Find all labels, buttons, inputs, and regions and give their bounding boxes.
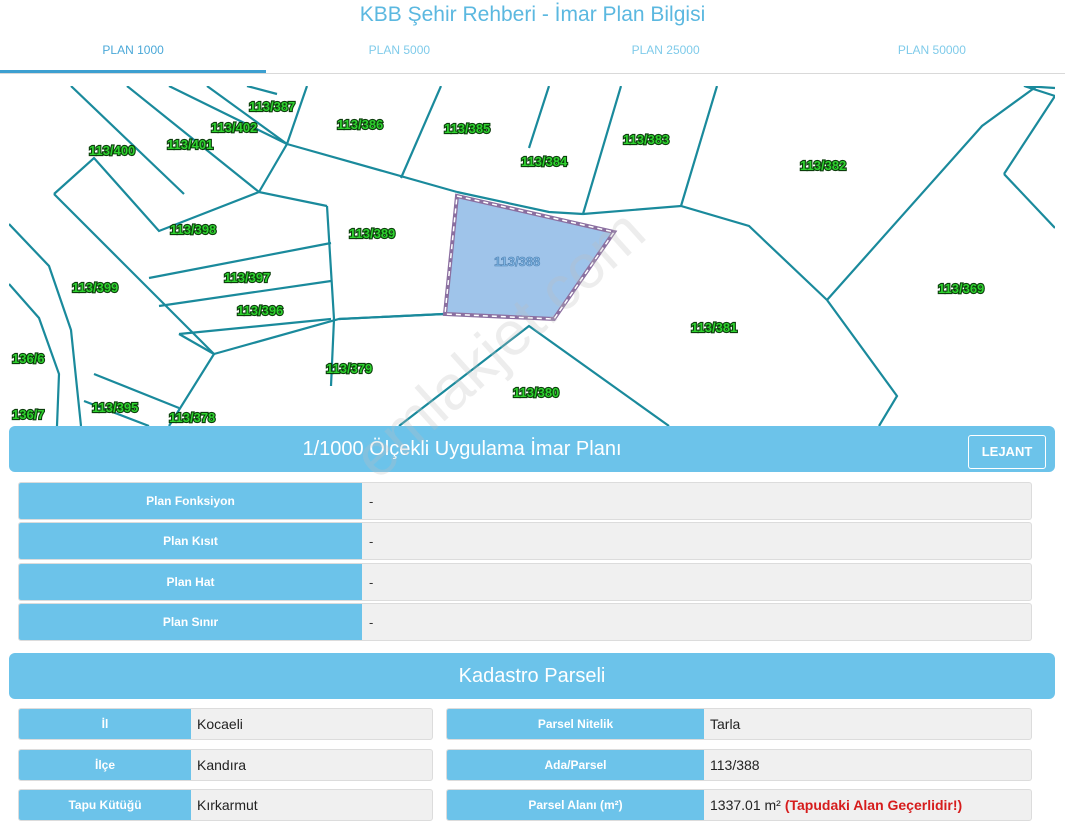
- parsel-area-value: 1337.01 m²: [710, 797, 781, 813]
- kadastro-row-value: Tarla: [710, 716, 741, 732]
- parcel-labels: 113/387 113/402 113/386 113/385 113/400 …: [11, 98, 985, 426]
- parcel-label: 113/386: [337, 117, 383, 132]
- tab-plan-5000[interactable]: PLAN 5000: [266, 30, 532, 73]
- parcel-label: 113/396: [237, 303, 283, 318]
- kadastro-row-label: Tapu Kütüğü: [19, 790, 191, 820]
- kadastro-row-il: İl Kocaeli: [18, 708, 433, 740]
- parcel-label: 113/402: [211, 120, 257, 135]
- kadastro-row-label: Parsel Nitelik: [447, 709, 704, 739]
- parcel-map[interactable]: 113/387 113/402 113/386 113/385 113/400 …: [9, 86, 1055, 426]
- plan-row-label: Plan Kısıt: [19, 523, 362, 559]
- kadastro-row-ilce: İlçe Kandıra: [18, 749, 433, 781]
- kadastro-row-label: Ada/Parsel: [447, 750, 704, 780]
- parcel-label: 113/384: [521, 154, 568, 169]
- plan-section-title: 1/1000 Ölçekli Uygulama İmar Planı: [302, 438, 622, 460]
- kadastro-row-value-wrap: 1337.01 m² (Tapudaki Alan Geçerlidir!): [710, 790, 962, 820]
- plan-row-fonksiyon: Plan Fonksiyon -: [18, 482, 1032, 520]
- kadastro-row-parsel-alani: Parsel Alanı (m²) 1337.01 m² (Tapudaki Al…: [446, 789, 1032, 821]
- plan-row-hat: Plan Hat -: [18, 563, 1032, 601]
- parcel-label: 113/379: [326, 361, 372, 376]
- parcel-label: 113/385: [444, 121, 490, 136]
- tab-plan-1000[interactable]: PLAN 1000: [0, 30, 267, 73]
- parcel-label: 113/398: [170, 222, 216, 237]
- parcel-label: 113/383: [623, 132, 669, 147]
- kadastro-row-value: 113/388: [710, 757, 760, 773]
- parcel-label: 113/380: [513, 385, 559, 400]
- parcel-label: 113/399: [72, 280, 118, 295]
- plan-row-value: -: [369, 534, 374, 549]
- parcel-label: 136/7: [12, 407, 45, 422]
- parcel-label: 113/382: [800, 158, 846, 173]
- kadastro-row-value: Kocaeli: [197, 716, 243, 732]
- parcel-label: 113/389: [349, 226, 395, 241]
- plan-row-label: Plan Fonksiyon: [19, 483, 362, 519]
- plan-row-value: -: [369, 615, 374, 630]
- kadastro-row-parsel-nitelik: Parsel Nitelik Tarla: [446, 708, 1032, 740]
- selected-parcel-label: 113/388: [494, 254, 540, 269]
- parcel-label: 113/400: [89, 143, 135, 158]
- parcel-label: 113/395: [92, 400, 138, 415]
- area-warning-note: (Tapudaki Alan Geçerlidir!): [784, 797, 963, 813]
- plan-row-label: Plan Hat: [19, 564, 362, 600]
- kadastro-row-ada-parsel: Ada/Parsel 113/388: [446, 749, 1032, 781]
- parcel-label: 136/6: [12, 351, 45, 366]
- kadastro-row-value: Kırkarmut: [197, 797, 258, 813]
- app-title: KBB Şehir Rehberi - İmar Plan Bilgisi: [359, 3, 706, 26]
- plan-row-label: Plan Sınır: [19, 604, 362, 640]
- plan-row-sinir: Plan Sınır -: [18, 603, 1032, 641]
- plan-row-value: -: [369, 494, 374, 509]
- lejant-button[interactable]: LEJANT: [968, 435, 1046, 469]
- kadastro-row-tapu-kutugu: Tapu Kütüğü Kırkarmut: [18, 789, 433, 821]
- parcel-label: 113/397: [224, 270, 270, 285]
- plan-row-kisit: Plan Kısıt -: [18, 522, 1032, 560]
- parcel-map-svg: 113/387 113/402 113/386 113/385 113/400 …: [9, 86, 1055, 426]
- kadastro-row-label: İlçe: [19, 750, 191, 780]
- kadastro-row-label: Parsel Alanı (m²): [447, 790, 704, 820]
- plan-section-header: 1/1000 Ölçekli Uygulama İmar Planı LEJAN…: [9, 426, 1055, 472]
- parcel-label: 113/378: [169, 410, 215, 425]
- parcel-label: 113/387: [249, 99, 295, 114]
- kadastro-row-value: Kandıra: [197, 757, 247, 773]
- plan-row-value: -: [369, 575, 374, 590]
- parcel-label: 113/401: [167, 137, 213, 152]
- plan-scale-tabs: PLAN 1000 PLAN 5000 PLAN 25000 PLAN 5000…: [0, 30, 1065, 74]
- kadastro-section-header: Kadastro Parseli: [9, 653, 1055, 699]
- parcel-label: 113/369: [938, 281, 984, 296]
- tab-plan-50000[interactable]: PLAN 50000: [799, 30, 1065, 73]
- tab-plan-25000[interactable]: PLAN 25000: [533, 30, 799, 73]
- parcel-label: 113/381: [691, 320, 737, 335]
- kadastro-row-label: İl: [19, 709, 191, 739]
